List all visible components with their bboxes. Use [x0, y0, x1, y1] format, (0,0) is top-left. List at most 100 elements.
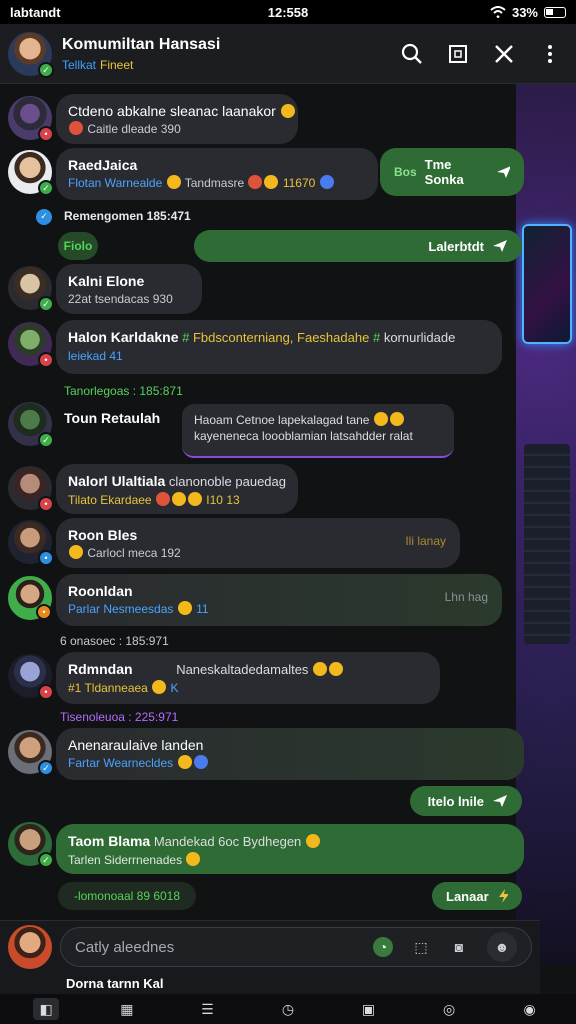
message-row: • Halon Karldakne # Fbdsconterniang, Fae…	[0, 320, 540, 378]
quoted-message[interactable]: Haoam Cetnoe lapekalagad tane kayeneneca…	[182, 404, 454, 458]
message-bubble[interactable]: RaedJaica Flotan Warnealde Tandmasre 116…	[56, 148, 378, 200]
outgoing-text: Lanaar	[446, 888, 489, 904]
sender-name: Roon Bles	[68, 527, 138, 543]
status-badge-icon: •	[38, 550, 54, 566]
search-icon[interactable]	[400, 42, 424, 66]
quote-text-2: kayeneneca loooblamian latsahdder ralat	[194, 429, 413, 443]
nav-gallery-icon[interactable]: ▣	[356, 998, 382, 1020]
emoji-icon	[186, 852, 201, 866]
nav-home-icon[interactable]: ◧	[33, 998, 60, 1020]
timestamp-chip: -lomonoaal 89 6018	[58, 882, 196, 910]
emoji-icon	[319, 175, 334, 189]
emoji-icon	[329, 662, 344, 676]
message-list[interactable]: • Ctdeno abkalne sleanac laanakor Caitle…	[0, 84, 540, 920]
sender-name: Halon Karldakne	[68, 329, 179, 345]
message-row: • Ctdeno abkalne sleanac laanakor Caitle…	[0, 94, 540, 148]
message-bubble[interactable]: Taom Blama Mandekad 6oc Bydhegen Tarlen …	[56, 824, 524, 874]
message-row: • Nalorl Ulaltiala clanonoble pauedag Ti…	[0, 464, 540, 518]
nav-list-icon[interactable]: ☰	[194, 998, 220, 1020]
box-icon[interactable]: ⬚	[411, 937, 431, 957]
message-bubble[interactable]: Roonldan Parlar Nesmeesdas 11 Lhn hag	[56, 574, 502, 626]
message-row: -lomonoaal 89 6018 Lanaar	[0, 882, 540, 912]
message-bubble[interactable]: Kalni Elone 22at tsendacas 930	[56, 264, 202, 314]
status-badge-icon: ✓	[38, 296, 54, 312]
emoji-icon	[389, 412, 404, 426]
message-bubble[interactable]: Roon Bles Carlocl meca 192 Ili lanay	[56, 518, 460, 568]
outgoing-bubble[interactable]: Itelo lnile	[410, 786, 522, 816]
emoji-icon	[264, 175, 279, 189]
emoji-icon	[155, 492, 170, 506]
sender-avatar[interactable]: •	[8, 322, 54, 368]
sender-avatar[interactable]: •	[8, 520, 54, 566]
sender-name: Toun Retaulah	[64, 410, 161, 426]
sender-avatar[interactable]: ✓	[8, 266, 54, 312]
outgoing-bubble[interactable]: Lalerbtdt	[194, 230, 522, 262]
emoji-icon	[313, 662, 328, 676]
square-icon[interactable]	[446, 42, 470, 66]
timestamp-row: 6 onasoec : 185:971	[0, 632, 540, 652]
nav-notification-icon[interactable]: ◎	[436, 998, 462, 1020]
message-bubble[interactable]: Anenaraulaive landen Fartar Wearnecldes	[56, 728, 524, 780]
sender-avatar[interactable]: ✓	[8, 402, 54, 448]
nav-calendar-icon[interactable]: ▦	[114, 998, 140, 1020]
emoji-icon	[193, 755, 208, 769]
sender-avatar[interactable]: •	[8, 576, 52, 620]
emoji-icon	[280, 104, 295, 118]
message-bubble[interactable]: Halon Karldakne # Fbdsconterniang, Faesh…	[56, 320, 502, 374]
chat-title-block[interactable]: Komumiltan Hansasi Tellkat Fineet	[62, 36, 400, 72]
sender-avatar[interactable]: •	[8, 654, 54, 700]
message-meta: 22at tsendacas 930	[68, 292, 173, 306]
emoji-icon	[187, 492, 202, 506]
group-avatar[interactable]: ✓	[8, 31, 54, 78]
message-row: • Roon Bles Carlocl meca 192 Ili lanay	[0, 518, 540, 572]
close-icon[interactable]	[492, 42, 516, 66]
sender-name: Rdmndan	[68, 661, 133, 677]
outgoing-text: Tme Sonka	[424, 157, 464, 187]
nav-clock-icon[interactable]: ◷	[275, 998, 301, 1020]
timestamp-row: ✓ Remengomen 185:471	[0, 206, 540, 228]
peek-sender-name: Dorna tarnn Kal	[66, 976, 164, 991]
message-text: Ctdeno abkalne sleanac laanakor	[68, 103, 276, 119]
message-meta: Carlocl meca 192	[87, 546, 181, 560]
message-text: Mandekad 6oc Bydhegen	[153, 834, 302, 849]
nav-profile-icon[interactable]: ◉	[517, 998, 543, 1020]
lightning-icon	[498, 889, 508, 903]
battery-percent: 33%	[511, 4, 538, 20]
message-meta: Tarlen Siderrnenades	[68, 853, 183, 867]
emoji-picker-icon[interactable]: ☻	[487, 932, 517, 962]
message-meta: Fartar Wearnecldes	[68, 756, 174, 770]
sender-avatar[interactable]: ✓	[8, 150, 54, 196]
camera-icon[interactable]: ◙	[449, 937, 469, 957]
status-badge-icon: ✓	[38, 852, 54, 868]
message-row: ✓ Taom Blama Mandekad 6oc Bydhegen Tarle…	[0, 822, 540, 878]
outgoing-bubble[interactable]: Lanaar	[432, 882, 522, 910]
reaction-chip[interactable]: Fiolo	[58, 232, 98, 260]
my-avatar[interactable]	[8, 925, 52, 969]
bottom-navigation: ◧ ▦ ☰ ◷ ▣ ◎ ◉	[0, 994, 576, 1024]
message-meta: leiekad 41	[68, 349, 123, 363]
status-right: 33%	[490, 5, 566, 20]
sender-avatar[interactable]: ✓	[8, 730, 54, 776]
sender-avatar[interactable]: ✓	[8, 822, 54, 868]
message-row: Fiolo Lalerbtdt	[0, 230, 540, 264]
sender-avatar[interactable]: •	[8, 96, 54, 142]
message-row: • Rdmndan Naneskaltadedamaltes #1 Tldann…	[0, 652, 540, 706]
status-badge-icon: ✓	[38, 760, 54, 776]
sticker-icon[interactable]: ◔	[373, 937, 393, 957]
message-bubble[interactable]: Ctdeno abkalne sleanac laanakor Caitle d…	[56, 94, 298, 144]
message-bubble[interactable]: Nalorl Ulaltiala clanonoble pauedag Tila…	[56, 464, 298, 514]
outgoing-bubble[interactable]: Bos Tme Sonka	[380, 148, 524, 196]
verified-badge-icon: ✓	[38, 61, 54, 78]
message-bubble[interactable]: Rdmndan Naneskaltadedamaltes #1 Tldannea…	[56, 652, 440, 704]
message-input[interactable]: Catly aleednes ◔ ⬚ ◙ ☻	[60, 927, 532, 967]
status-badge-icon: •	[36, 604, 52, 620]
send-icon	[493, 240, 507, 252]
status-bar: labtandt 12:558 33%	[0, 0, 576, 24]
more-vertical-icon[interactable]	[538, 42, 562, 66]
message-row: ✓ Anenaraulaive landen Fartar Wearneclde…	[0, 728, 540, 784]
timestamp: Tanorlegoas : 185:871	[64, 384, 183, 398]
subtitle-part-b: Fineet	[100, 57, 134, 72]
sender-avatar[interactable]: •	[8, 466, 54, 512]
message-meta-2: I10 13	[206, 493, 240, 507]
message-tag: Ili lanay	[405, 534, 446, 548]
